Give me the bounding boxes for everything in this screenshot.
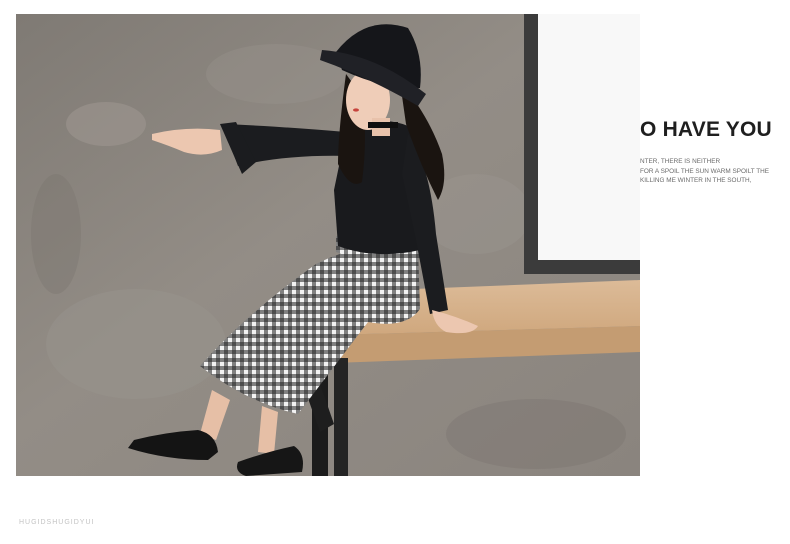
photo-illustration <box>16 14 640 476</box>
product-detail-page: O HAVE YOU NTER, THERE IS NEITHER FOR A … <box>0 0 790 544</box>
body-copy: NTER, THERE IS NEITHER FOR A SPOIL THE S… <box>640 157 788 186</box>
headline: O HAVE YOU <box>640 118 772 141</box>
bottom-caption: HUGIDSHUGIDYUI <box>19 519 95 526</box>
body-line: NTER, THERE IS NEITHER <box>640 158 721 165</box>
body-line: KILLING ME WINTER IN THE SOUTH, <box>640 177 752 184</box>
body-line: FOR A SPOIL THE SUN WARM SPOILT THE <box>640 167 770 175</box>
choker <box>368 122 398 128</box>
model-photo <box>16 14 640 476</box>
